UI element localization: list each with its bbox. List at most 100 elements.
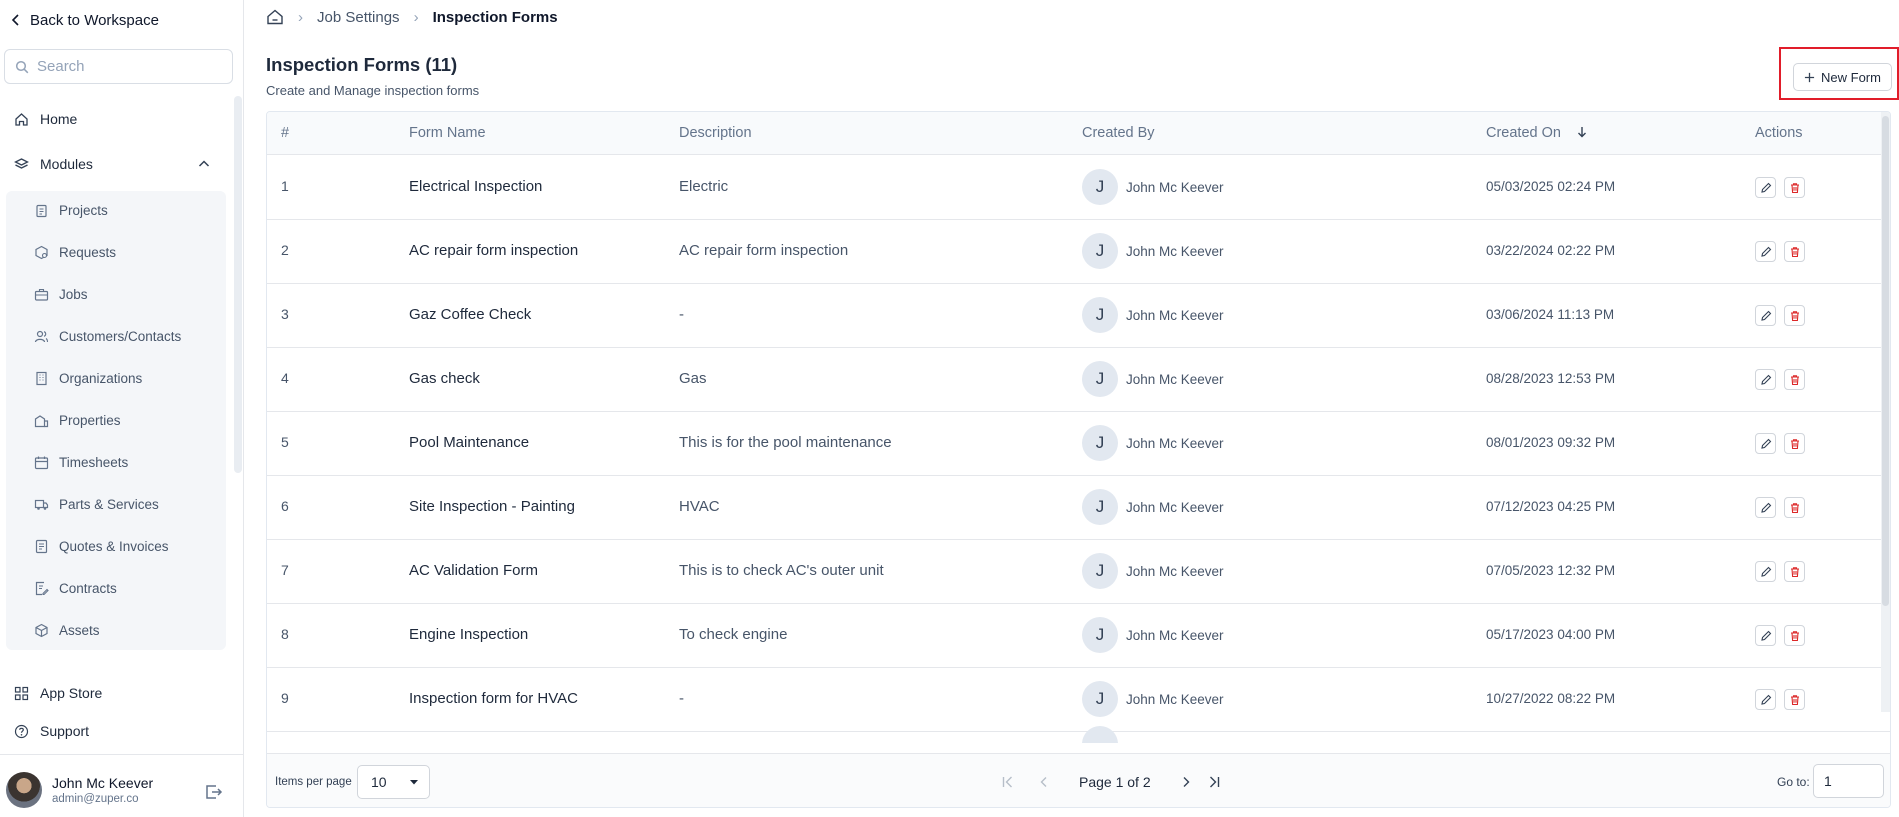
breadcrumb-job-settings[interactable]: Job Settings — [317, 9, 400, 26]
sidebar-item-quotes-invoices[interactable]: Quotes & Invoices — [34, 535, 169, 557]
created-on: 07/05/2023 12:32 PM — [1486, 563, 1616, 578]
row-index: 9 — [281, 690, 289, 706]
table-row[interactable]: 1 Electrical Inspection Electric J John M… — [267, 156, 1890, 220]
edit-button[interactable] — [1755, 177, 1776, 198]
edit-button[interactable] — [1755, 241, 1776, 262]
delete-button[interactable] — [1784, 689, 1805, 710]
sidebar-item-properties[interactable]: Properties — [34, 409, 121, 431]
creator-name: John Mc Keever — [1126, 307, 1224, 323]
support-label: Support — [40, 723, 90, 739]
back-to-workspace-link[interactable]: Back to Workspace — [10, 9, 159, 31]
delete-button[interactable] — [1784, 433, 1805, 454]
delete-button[interactable] — [1784, 369, 1805, 390]
last-page-button[interactable] — [1203, 771, 1225, 793]
created-on: 03/06/2024 11:13 PM — [1486, 307, 1615, 322]
home-icon[interactable] — [266, 8, 284, 26]
edit-button[interactable] — [1755, 689, 1776, 710]
table-scrollbar-thumb[interactable] — [1882, 116, 1889, 606]
sidebar-scrollbar[interactable] — [234, 96, 242, 473]
delete-button[interactable] — [1784, 241, 1805, 262]
sidebar-item-label: Properties — [59, 412, 121, 428]
chevron-right-icon — [1183, 777, 1190, 787]
sidebar-item-parts-services[interactable]: Parts & Services — [34, 493, 159, 515]
table-row[interactable]: 6 Site Inspection - Painting HVAC J John … — [267, 476, 1890, 540]
help-circle-icon — [14, 724, 29, 738]
delete-button[interactable] — [1784, 497, 1805, 518]
created-on: 03/22/2024 02:22 PM — [1486, 243, 1616, 258]
goto-page-input[interactable] — [1813, 764, 1884, 798]
table-row[interactable]: 5 Pool Maintenance This is for the pool … — [267, 412, 1890, 476]
sidebar-item-organizations[interactable]: Organizations — [34, 367, 142, 389]
sort-descending-icon[interactable] — [1576, 126, 1588, 138]
sidebar-item-home[interactable]: Home — [14, 107, 77, 131]
form-name: Gaz Coffee Check — [409, 306, 532, 323]
sidebar-item-contracts[interactable]: Contracts — [34, 577, 117, 599]
items-per-page-select[interactable]: 10 — [357, 765, 430, 799]
logout-icon[interactable] — [204, 782, 224, 802]
delete-button[interactable] — [1784, 305, 1805, 326]
form-name: Engine Inspection — [409, 626, 529, 643]
first-page-button[interactable] — [997, 771, 1019, 793]
breadcrumb-current: Inspection Forms — [432, 8, 558, 26]
sidebar-item-label: Parts & Services — [59, 496, 159, 512]
pencil-icon — [1760, 182, 1771, 193]
sidebar-item-app-store[interactable]: App Store — [14, 681, 102, 705]
delete-button[interactable] — [1784, 177, 1805, 198]
sidebar-item-assets[interactable]: Assets — [34, 619, 100, 641]
delete-button[interactable] — [1784, 561, 1805, 582]
app-store-label: App Store — [40, 685, 103, 701]
table-row-partial[interactable] — [267, 726, 1890, 743]
edit-button[interactable] — [1755, 561, 1776, 582]
pagination-bar: Items per page 10 Page 1 of 2 Go to: — [267, 753, 1890, 807]
cube-icon — [35, 623, 48, 637]
creator-name: John Mc Keever — [1126, 627, 1224, 643]
next-page-button[interactable] — [1175, 771, 1197, 793]
prev-page-button[interactable] — [1033, 771, 1055, 793]
table-body: 1 Electrical Inspection Electric J John M… — [267, 156, 1890, 743]
chevron-up-icon[interactable] — [197, 157, 211, 171]
table-row[interactable]: 8 Engine Inspection To check engine J Joh… — [267, 604, 1890, 668]
sidebar-item-support[interactable]: Support — [14, 719, 89, 743]
edit-button[interactable] — [1755, 497, 1776, 518]
sidebar-item-customers[interactable]: Customers/Contacts — [34, 325, 181, 347]
delete-button[interactable] — [1784, 625, 1805, 646]
column-header-created-by[interactable]: Created By — [1082, 125, 1155, 141]
table-row[interactable]: 7 AC Validation Form This is to check AC… — [267, 540, 1890, 604]
users-icon — [34, 330, 49, 342]
sidebar-item-jobs[interactable]: Jobs — [34, 283, 88, 305]
table-row[interactable]: 4 Gas check Gas J John Mc Keever 08/28/20… — [267, 348, 1890, 412]
sidebar-item-modules[interactable]: Modules — [14, 152, 93, 176]
created-by: J John Mc Keever — [1082, 361, 1224, 397]
edit-button[interactable] — [1755, 433, 1776, 454]
search-input[interactable] — [37, 58, 217, 75]
table-row[interactable]: 9 Inspection form for HVAC - J John Mc Ke… — [267, 668, 1890, 732]
form-description: - — [679, 690, 684, 707]
edit-button[interactable] — [1755, 369, 1776, 390]
user-profile[interactable]: John Mc Keever admin@zuper.co — [6, 772, 153, 808]
new-form-button[interactable]: New Form — [1793, 63, 1892, 91]
column-header-form-name[interactable]: Form Name — [409, 125, 486, 141]
table-row[interactable]: 3 Gaz Coffee Check - J John Mc Keever 03/… — [267, 284, 1890, 348]
row-actions — [1755, 305, 1805, 326]
row-actions — [1755, 177, 1805, 198]
plus-icon — [1804, 72, 1815, 82]
form-description: HVAC — [679, 498, 720, 515]
contract-icon — [35, 581, 49, 595]
sidebar-item-timesheets[interactable]: Timesheets — [34, 451, 128, 473]
sidebar-item-label: Projects — [59, 202, 108, 218]
edit-button[interactable] — [1755, 305, 1776, 326]
form-name: Site Inspection - Painting — [409, 498, 575, 515]
new-form-label: New Form — [1821, 69, 1881, 85]
edit-button[interactable] — [1755, 625, 1776, 646]
sidebar-search[interactable] — [4, 49, 233, 84]
row-index: 2 — [281, 242, 289, 258]
table-row[interactable]: 2 AC repair form inspection AC repair fo… — [267, 220, 1890, 284]
sidebar-item-requests[interactable]: Requests — [34, 241, 116, 263]
items-per-page-value: 10 — [371, 774, 387, 790]
column-header-created-on[interactable]: Created On — [1486, 125, 1561, 141]
column-header-description[interactable]: Description — [679, 125, 752, 141]
creator-name: John Mc Keever — [1126, 691, 1224, 707]
apps-grid-icon — [14, 686, 29, 700]
sidebar-item-projects[interactable]: Projects — [34, 199, 108, 221]
breadcrumb-separator: › — [298, 8, 303, 26]
